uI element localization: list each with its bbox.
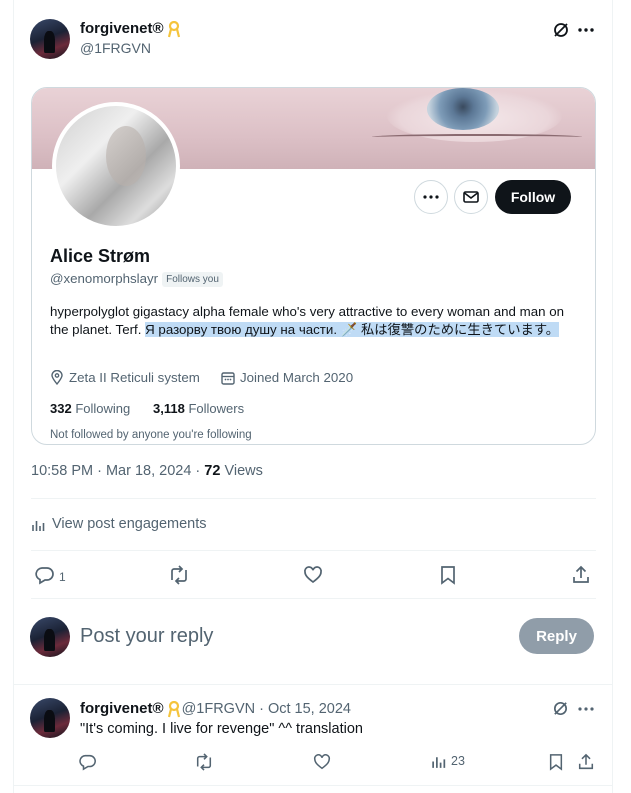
profile-bio: hyperpolyglot gigastacy alpha female who…: [50, 303, 575, 339]
following-label: Following: [75, 401, 131, 416]
reply-reply-action[interactable]: [79, 753, 97, 771]
follow-button[interactable]: Follow: [495, 180, 571, 214]
reply-like-action[interactable]: [313, 753, 331, 771]
bookmark-action[interactable]: [439, 565, 457, 585]
follows-you-badge: Follows you: [162, 272, 223, 287]
engagements-label[interactable]: View post engagements: [52, 516, 207, 532]
reply-icon: [35, 567, 54, 585]
tweet-meta: 10:58 PM · Mar 18, 2024 · 72 Views: [31, 463, 263, 479]
author-avatar[interactable]: [30, 19, 70, 59]
followers-count: 3,118: [153, 401, 185, 416]
location-text: Zeta II Reticuli system: [69, 370, 200, 385]
repost-action[interactable]: [168, 565, 190, 585]
reply-count: 1: [59, 569, 66, 584]
bookmark-icon: [549, 754, 563, 771]
following-stat: 332 Following: [50, 401, 130, 416]
heart-icon: [313, 754, 331, 770]
profile-location: Zeta II Reticuli system: [50, 370, 200, 385]
ribbon-icon: [167, 20, 180, 37]
followers-stat: 3,118 Followers: [153, 401, 244, 416]
reply-repost-action[interactable]: [194, 753, 214, 771]
envelope-icon: [463, 191, 479, 203]
followers-label: Followers: [188, 401, 245, 416]
repost-icon: [196, 753, 212, 771]
divider: [31, 598, 596, 599]
profile-screenshot-card[interactable]: Follow Alice Strøm @xenomorphslayr Follow…: [31, 87, 596, 445]
views-label: Views: [220, 463, 263, 479]
author-name[interactable]: forgivenet®: [80, 20, 164, 37]
reply-bookmark-action[interactable]: [548, 753, 564, 771]
divider: [13, 785, 613, 786]
joined-text: Joined March 2020: [240, 370, 354, 385]
reply-share-action[interactable]: [577, 753, 595, 771]
bookmark-icon: [441, 566, 455, 585]
author-name-row: forgivenet®: [80, 20, 180, 37]
profile-handle-row: @xenomorphslayr Follows you: [50, 271, 223, 287]
following-count: 332: [50, 401, 72, 416]
analytics-icon: [432, 757, 446, 768]
share-action[interactable]: [571, 565, 591, 585]
divider: [31, 498, 596, 499]
view-engagements-link[interactable]: View post engagements: [31, 516, 207, 532]
reply-views-action[interactable]: 23: [431, 753, 465, 769]
author-handle[interactable]: @1FRGVN: [80, 40, 151, 56]
reply-action[interactable]: 1: [35, 565, 66, 585]
share-icon: [578, 753, 594, 770]
reply-date[interactable]: · Oct 15, 2024: [259, 701, 351, 717]
meta-separator: ·: [191, 463, 205, 479]
reply-author-handle[interactable]: @1FRGVN: [182, 701, 256, 717]
share-icon: [573, 565, 589, 583]
profile-handle: @xenomorphslayr: [50, 271, 159, 286]
views-count: 72: [204, 463, 221, 479]
reply-author-avatar[interactable]: [30, 698, 70, 738]
repost-icon: [171, 565, 187, 585]
profile-display-name: Alice Strøm: [50, 246, 151, 266]
ribbon-icon: [167, 700, 180, 717]
tweet-timestamp[interactable]: 10:58 PM · Mar 18, 2024: [31, 463, 191, 479]
grok-icon[interactable]: [552, 700, 569, 717]
like-action[interactable]: [303, 565, 323, 585]
calendar-icon: [221, 371, 235, 385]
profile-more-button[interactable]: [414, 180, 448, 214]
reply-icon: [79, 754, 96, 771]
reply-author-name[interactable]: forgivenet®: [80, 700, 164, 717]
mutuals-note: Not followed by anyone you're following: [50, 429, 252, 441]
reply-header: forgivenet® @1FRGVN · Oct 15, 2024: [80, 700, 351, 717]
divider: [31, 550, 596, 551]
heart-icon: [304, 566, 322, 584]
location-pin-icon: [51, 370, 63, 385]
divider: [13, 684, 613, 685]
analytics-icon: [32, 520, 45, 531]
profile-joined: Joined March 2020: [221, 370, 353, 385]
composer-avatar: [30, 617, 70, 657]
more-options-icon[interactable]: [578, 27, 594, 33]
more-options-icon[interactable]: [578, 706, 594, 712]
message-button[interactable]: [454, 180, 488, 214]
reply-button[interactable]: Reply: [519, 618, 594, 654]
bio-highlighted-text: Я разорву твою душу на части. 🗡️ 私は復讐のため…: [145, 322, 560, 337]
reply-views-count: 23: [451, 754, 465, 768]
reply-input[interactable]: Post your reply: [80, 625, 213, 648]
reply-text: "It's coming. I live for revenge" ^^ tra…: [80, 721, 363, 737]
grok-icon[interactable]: [552, 21, 570, 39]
profile-avatar: [52, 102, 180, 230]
